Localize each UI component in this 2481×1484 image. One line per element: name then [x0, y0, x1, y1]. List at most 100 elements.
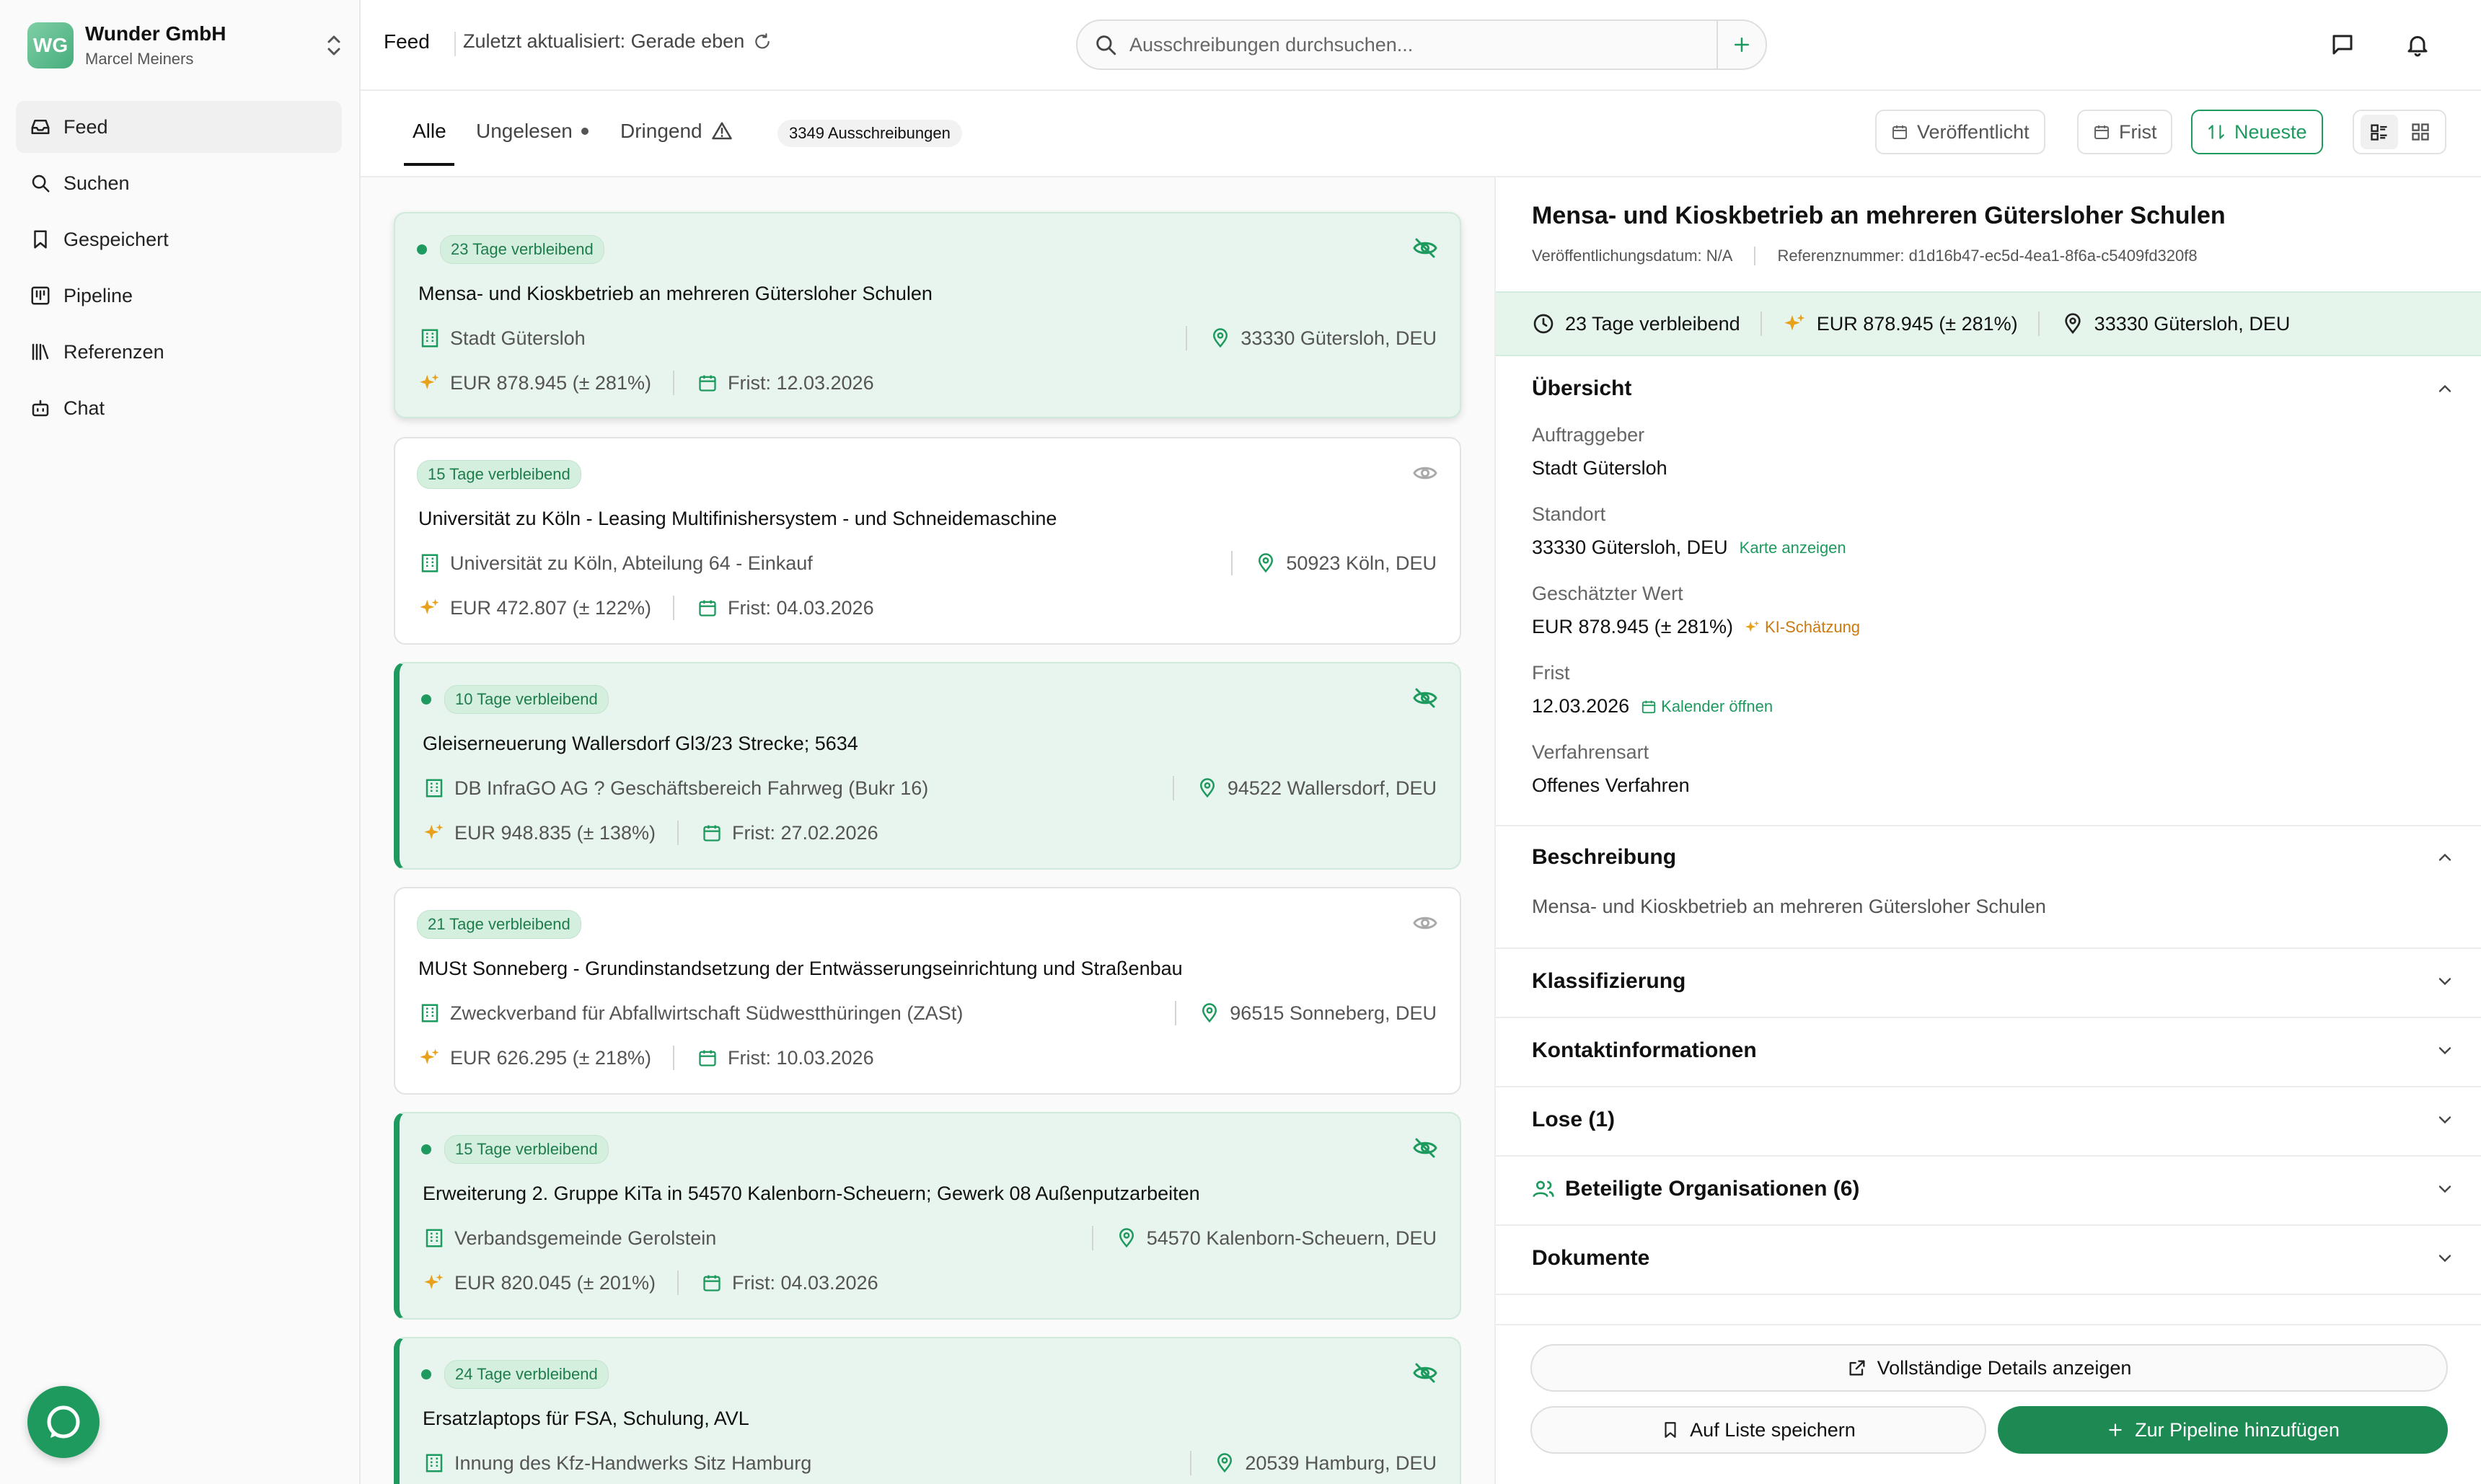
sort-label: Neueste: [2234, 120, 2307, 143]
section-title: Kontaktinformationen: [1532, 1038, 1757, 1062]
deadline-label: Frist: [1532, 662, 1570, 684]
eye-off-icon[interactable]: [1412, 1135, 1438, 1161]
tender-deadline: Frist: 10.03.2026: [727, 1046, 874, 1069]
sidebar-item-pipeline[interactable]: Pipeline: [16, 270, 342, 322]
last-updated-text: Zuletzt aktualisiert: Gerade eben: [463, 30, 745, 52]
eye-off-icon[interactable]: [1412, 685, 1438, 711]
add-to-pipeline-button[interactable]: Zur Pipeline hinzufügen: [1998, 1406, 2448, 1454]
procedure-value: Offenes Verfahren: [1532, 774, 1690, 797]
chevron-updown-icon: [323, 31, 345, 60]
section-description-header[interactable]: Beschreibung: [1532, 845, 2455, 870]
tender-card[interactable]: 21 Tage verbleibend MUSt Sonneberg - Gru…: [394, 887, 1461, 1095]
list-view-button[interactable]: [2360, 115, 2398, 149]
map-pin-icon: [1196, 777, 1219, 800]
sidebar: WG Wunder GmbH Marcel Meiners Feed Suche…: [0, 0, 361, 1484]
tender-card[interactable]: 15 Tage verbleibend Erweiterung 2. Grupp…: [394, 1112, 1461, 1320]
section-classification-header[interactable]: Klassifizierung: [1532, 969, 2455, 994]
grid-view-button[interactable]: [2402, 115, 2439, 149]
map-pin-icon: [1254, 552, 1277, 575]
unread-dot: [421, 1369, 431, 1379]
search-input[interactable]: [1129, 33, 1717, 56]
bell-icon[interactable]: [2402, 29, 2433, 61]
org-switcher[interactable]: WG Wunder GmbH Marcel Meiners: [27, 20, 345, 71]
divider: [677, 1271, 679, 1295]
view-full-details-button[interactable]: Vollständige Details anzeigen: [1530, 1344, 2448, 1392]
chevron-down-icon: [2435, 1110, 2455, 1130]
divider: [1496, 825, 2481, 826]
filter-tabs-bar: Alle Ungelesen Dringend 3349 Ausschreibu…: [361, 91, 2481, 177]
filter-deadline-button[interactable]: Frist: [2077, 110, 2173, 154]
section-organizations-header[interactable]: Beteiligte Organisationen (6): [1532, 1177, 2455, 1201]
chat-launcher-button[interactable]: [27, 1386, 100, 1458]
divider: [677, 821, 679, 845]
last-updated: Zuletzt aktualisiert: Gerade eben: [463, 30, 772, 53]
unread-dot: [417, 244, 427, 255]
section-documents-header[interactable]: Dokumente: [1532, 1246, 2455, 1271]
tender-card[interactable]: 15 Tage verbleibend Universität zu Köln …: [394, 437, 1461, 645]
unread-dot: [421, 1144, 431, 1154]
value-value: EUR 878.945 (± 281%) KI-Schätzung: [1532, 616, 1860, 638]
tab-alle[interactable]: Alle: [413, 120, 446, 143]
description-text: Mensa- und Kioskbetrieb an mehreren Güte…: [1532, 896, 2046, 917]
tender-deadline: Frist: 04.03.2026: [727, 596, 874, 619]
tender-organization: Verbandsgemeinde Gerolstein: [454, 1227, 717, 1249]
eye-off-icon[interactable]: [1412, 235, 1438, 261]
sidebar-item-feed[interactable]: Feed: [16, 101, 342, 153]
filter-label: Veröffentlicht: [1917, 120, 2030, 143]
building-icon: [423, 777, 446, 800]
sparkles-icon: [1782, 311, 1808, 337]
section-title: Lose (1): [1532, 1108, 1616, 1131]
tender-title: Ersatzlaptops für FSA, Schulung, AVL: [423, 1408, 749, 1429]
eye-icon[interactable]: [1412, 460, 1438, 486]
tender-card[interactable]: 10 Tage verbleibend Gleiserneuerung Wall…: [394, 662, 1461, 870]
value-label: Geschätzter Wert: [1532, 583, 1683, 604]
tender-card[interactable]: 23 Tage verbleibend Mensa- und Kioskbetr…: [394, 212, 1461, 418]
bookmark-icon: [1661, 1421, 1680, 1439]
tab-label: Dringend: [620, 120, 702, 142]
refresh-icon[interactable]: [753, 32, 772, 51]
filter-label: Frist: [2119, 120, 2157, 143]
bot-icon: [29, 397, 52, 420]
search-icon: [29, 172, 52, 195]
warning-icon: [711, 120, 733, 142]
section-overview-header[interactable]: Übersicht: [1532, 376, 2455, 401]
save-to-list-button[interactable]: Auf Liste speichern: [1530, 1406, 1986, 1454]
messages-icon[interactable]: [2327, 29, 2358, 61]
days-remaining-badge: 21 Tage verbleibend: [417, 910, 581, 939]
sidebar-item-chat[interactable]: Chat: [16, 382, 342, 434]
calendar-icon: [1891, 123, 1908, 141]
sort-arrows-icon: [2207, 123, 2226, 141]
section-contact-header[interactable]: Kontaktinformationen: [1532, 1038, 2455, 1063]
eye-off-icon[interactable]: [1412, 1360, 1438, 1386]
show-map-link[interactable]: Karte anzeigen: [1740, 539, 1846, 557]
tender-value: EUR 472.807 (± 122%): [450, 596, 651, 619]
open-calendar-link[interactable]: Kalender öffnen: [1641, 697, 1773, 716]
chevron-down-icon: [2435, 971, 2455, 991]
sidebar-item-referenzen[interactable]: Referenzen: [16, 326, 342, 378]
sidebar-item-suchen[interactable]: Suchen: [16, 157, 342, 209]
eye-icon[interactable]: [1412, 910, 1438, 936]
divider: [2037, 312, 2040, 336]
tab-dringend[interactable]: Dringend: [620, 120, 733, 143]
tender-value: EUR 626.295 (± 218%): [450, 1046, 651, 1069]
location-value: 33330 Gütersloh, DEU Karte anzeigen: [1532, 536, 1846, 559]
sort-newest-button[interactable]: Neueste: [2191, 110, 2323, 154]
grid-view-icon: [2411, 123, 2429, 141]
filter-published-button[interactable]: Veröffentlicht: [1875, 110, 2045, 154]
add-search-button[interactable]: [1717, 21, 1766, 69]
divider: [1186, 326, 1188, 350]
tab-ungelesen[interactable]: Ungelesen: [476, 120, 589, 143]
deadline-value: 12.03.2026 Kalender öffnen: [1532, 695, 1773, 717]
section-lots-header[interactable]: Lose (1): [1532, 1108, 2455, 1132]
tender-card[interactable]: 24 Tage verbleibend Ersatzlaptops für FS…: [394, 1337, 1461, 1484]
map-pin-icon: [2060, 311, 2086, 337]
detail-actions: Vollständige Details anzeigen Auf Liste …: [1496, 1324, 2481, 1484]
building-icon: [423, 1452, 446, 1475]
calendar-icon: [700, 1271, 723, 1294]
divider: [1496, 1294, 2481, 1295]
map-pin-icon: [1198, 1002, 1221, 1025]
detail-title: Mensa- und Kioskbetrieb an mehreren Güte…: [1532, 202, 2226, 229]
sidebar-item-gespeichert[interactable]: Gespeichert: [16, 213, 342, 265]
button-label: Vollständige Details anzeigen: [1877, 1356, 2132, 1379]
tab-label: Alle: [413, 120, 446, 142]
